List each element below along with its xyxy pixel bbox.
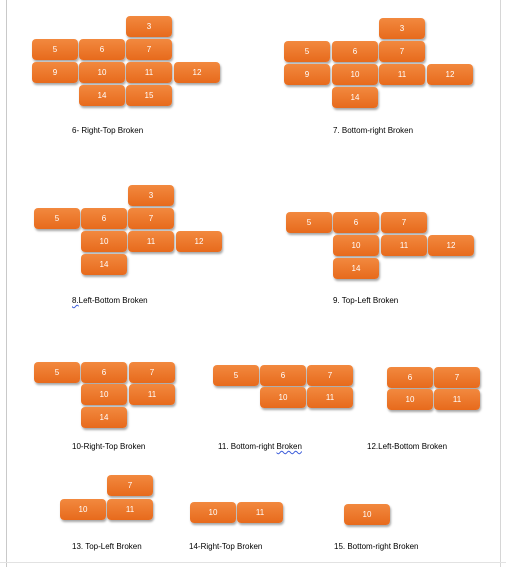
- tile: 10: [60, 499, 106, 520]
- tile: 7: [434, 367, 480, 388]
- tile: 5: [34, 362, 80, 383]
- tile: 11: [237, 502, 283, 523]
- tile: 12: [428, 235, 474, 256]
- tile: 7: [381, 212, 427, 233]
- diagram-caption: 13. Top-Left Broken: [72, 542, 142, 551]
- tile: 11: [307, 387, 353, 408]
- diagram-caption: 12.Left-Bottom Broken: [367, 442, 448, 451]
- tile: 3: [379, 18, 425, 39]
- tile: 5: [34, 208, 80, 229]
- tile: 11: [126, 62, 172, 83]
- tile: 15: [126, 85, 172, 106]
- tile: 3: [128, 185, 174, 206]
- diagram-caption: 7. Bottom-right Broken: [333, 126, 414, 135]
- tile: 6: [81, 362, 127, 383]
- page-right-edge: [500, 0, 501, 567]
- page-bottom-edge: [0, 562, 506, 563]
- tile: 14: [79, 85, 125, 106]
- tile: 6: [333, 212, 379, 233]
- tile: 14: [333, 258, 379, 279]
- tile: 5: [32, 39, 78, 60]
- tile: 6: [387, 367, 433, 388]
- tile: 11: [129, 384, 175, 405]
- tile: 14: [81, 254, 127, 275]
- tile: 5: [213, 365, 259, 386]
- diagram-caption: 6- Right-Top Broken: [72, 126, 144, 135]
- caption-text: Left-Bottom Broken: [78, 296, 148, 305]
- diagram-caption: 14-Right-Top Broken: [189, 542, 263, 551]
- tile: 10: [332, 64, 378, 85]
- caption-text: 11. Bottom-right: [218, 442, 277, 451]
- diagram-caption: 8.Left-Bottom Broken: [72, 296, 148, 305]
- tile: 5: [284, 41, 330, 62]
- tile: 7: [307, 365, 353, 386]
- tile: 6: [260, 365, 306, 386]
- tile: 11: [128, 231, 174, 252]
- tile: 11: [381, 235, 427, 256]
- tile: 7: [379, 41, 425, 62]
- tile: 7: [129, 362, 175, 383]
- tile: 3: [126, 16, 172, 37]
- tile: 7: [107, 475, 153, 496]
- tile: 10: [333, 235, 379, 256]
- tile: 10: [344, 504, 390, 525]
- tile: 9: [32, 62, 78, 83]
- tile: 12: [427, 64, 473, 85]
- page-left-edge: [6, 0, 7, 567]
- tile: 9: [284, 64, 330, 85]
- caption-number: 8.: [72, 296, 79, 305]
- tile: 10: [190, 502, 236, 523]
- diagram-caption: 11. Bottom-right Broken: [218, 442, 302, 451]
- caption-flagged-word: Broken: [276, 442, 302, 451]
- tile: 6: [81, 208, 127, 229]
- tile: 11: [379, 64, 425, 85]
- tile: 7: [128, 208, 174, 229]
- tile: 12: [174, 62, 220, 83]
- tile: 10: [387, 389, 433, 410]
- tile: 7: [126, 39, 172, 60]
- tile: 10: [79, 62, 125, 83]
- tile: 14: [81, 407, 127, 428]
- tile: 14: [332, 87, 378, 108]
- diagram-caption: 15. Bottom-right Broken: [334, 542, 419, 551]
- tile: 10: [81, 231, 127, 252]
- diagram-caption: 9. Top-Left Broken: [333, 296, 399, 305]
- diagram-caption: 10-Right-Top Broken: [72, 442, 146, 451]
- tile: 10: [260, 387, 306, 408]
- tile: 5: [286, 212, 332, 233]
- tile: 11: [434, 389, 480, 410]
- tile: 12: [176, 231, 222, 252]
- tile: 6: [332, 41, 378, 62]
- tile: 11: [107, 499, 153, 520]
- tile: 6: [79, 39, 125, 60]
- tile: 10: [81, 384, 127, 405]
